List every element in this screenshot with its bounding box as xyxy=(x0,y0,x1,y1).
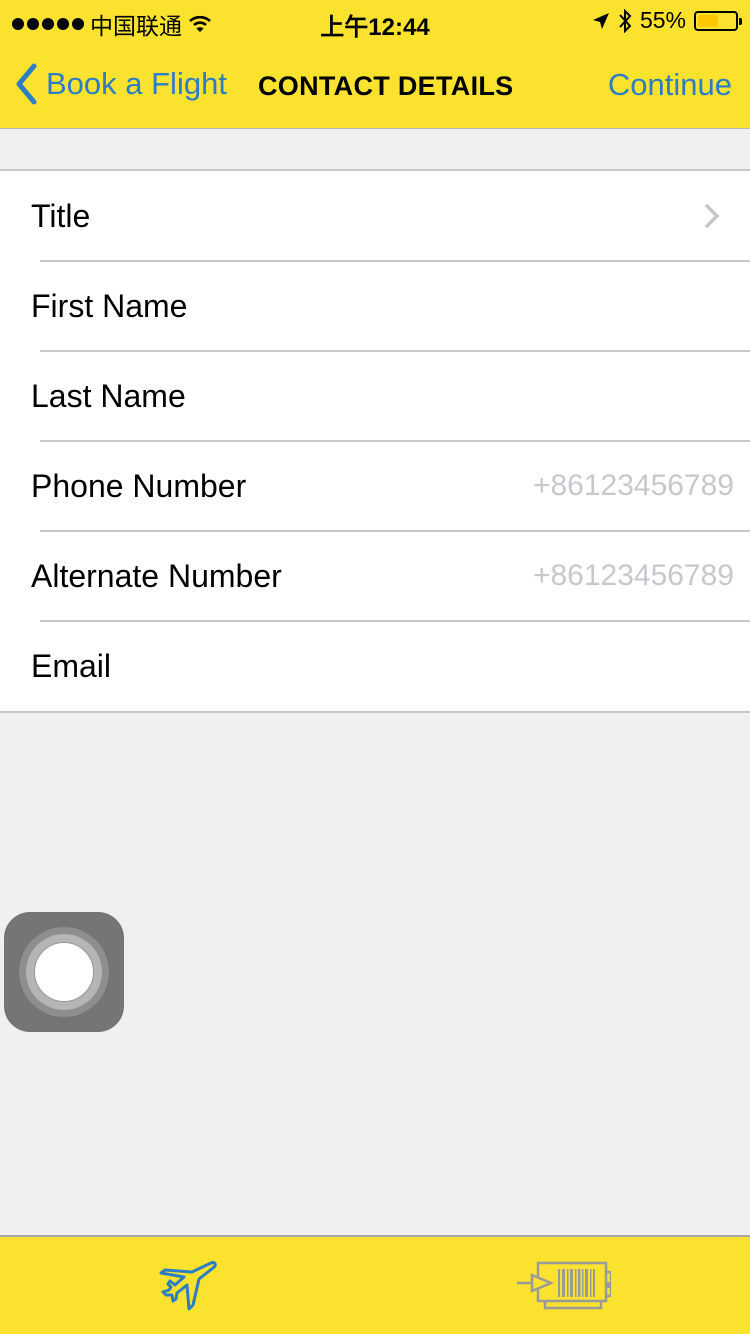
battery-percent: 55% xyxy=(639,7,686,33)
airplane-icon xyxy=(159,1261,217,1311)
email-label: Email xyxy=(31,647,112,684)
continue-button[interactable]: Continue xyxy=(608,67,732,103)
bluetooth-icon xyxy=(619,8,632,33)
assistive-touch-icon xyxy=(34,942,94,1002)
title-row[interactable]: Title xyxy=(0,171,750,261)
navigation-bar: Book a Flight CONTACT DETAILS Continue xyxy=(0,55,750,115)
contact-form: Title First Name Last Name Phone Number … xyxy=(0,169,750,713)
back-button[interactable]: Book a Flight xyxy=(14,63,227,105)
phone-number-label: Phone Number xyxy=(31,467,247,504)
last-name-row: Last Name xyxy=(0,350,750,441)
chevron-left-icon xyxy=(16,63,37,105)
boarding-pass-icon xyxy=(517,1261,611,1310)
phone-number-row: Phone Number xyxy=(0,440,750,531)
chevron-right-icon xyxy=(704,203,720,229)
title-label: Title xyxy=(31,197,91,234)
first-name-row: First Name xyxy=(0,260,750,351)
last-name-label: Last Name xyxy=(31,377,186,414)
header: 中国联通 上午12:44 55% Book a Flight CONTACT D… xyxy=(0,0,750,129)
tab-book-flight[interactable] xyxy=(137,1251,237,1321)
first-name-input[interactable] xyxy=(474,289,734,323)
email-row: Email xyxy=(0,620,750,711)
battery-icon xyxy=(694,10,742,31)
tab-bar xyxy=(0,1235,750,1334)
alternate-number-input[interactable] xyxy=(474,559,734,593)
status-bar: 中国联通 上午12:44 55% xyxy=(0,0,750,41)
first-name-label: First Name xyxy=(31,287,188,324)
alternate-number-label: Alternate Number xyxy=(31,557,282,594)
back-label: Book a Flight xyxy=(46,66,227,101)
last-name-input[interactable] xyxy=(474,379,734,413)
tab-boarding-pass[interactable] xyxy=(513,1251,613,1321)
email-input[interactable] xyxy=(474,649,734,683)
phone-number-input[interactable] xyxy=(474,469,734,503)
page-title: CONTACT DETAILS xyxy=(258,71,514,101)
alternate-number-row: Alternate Number xyxy=(0,530,750,621)
assistive-touch-button[interactable] xyxy=(4,912,124,1032)
location-arrow-icon xyxy=(592,12,609,29)
